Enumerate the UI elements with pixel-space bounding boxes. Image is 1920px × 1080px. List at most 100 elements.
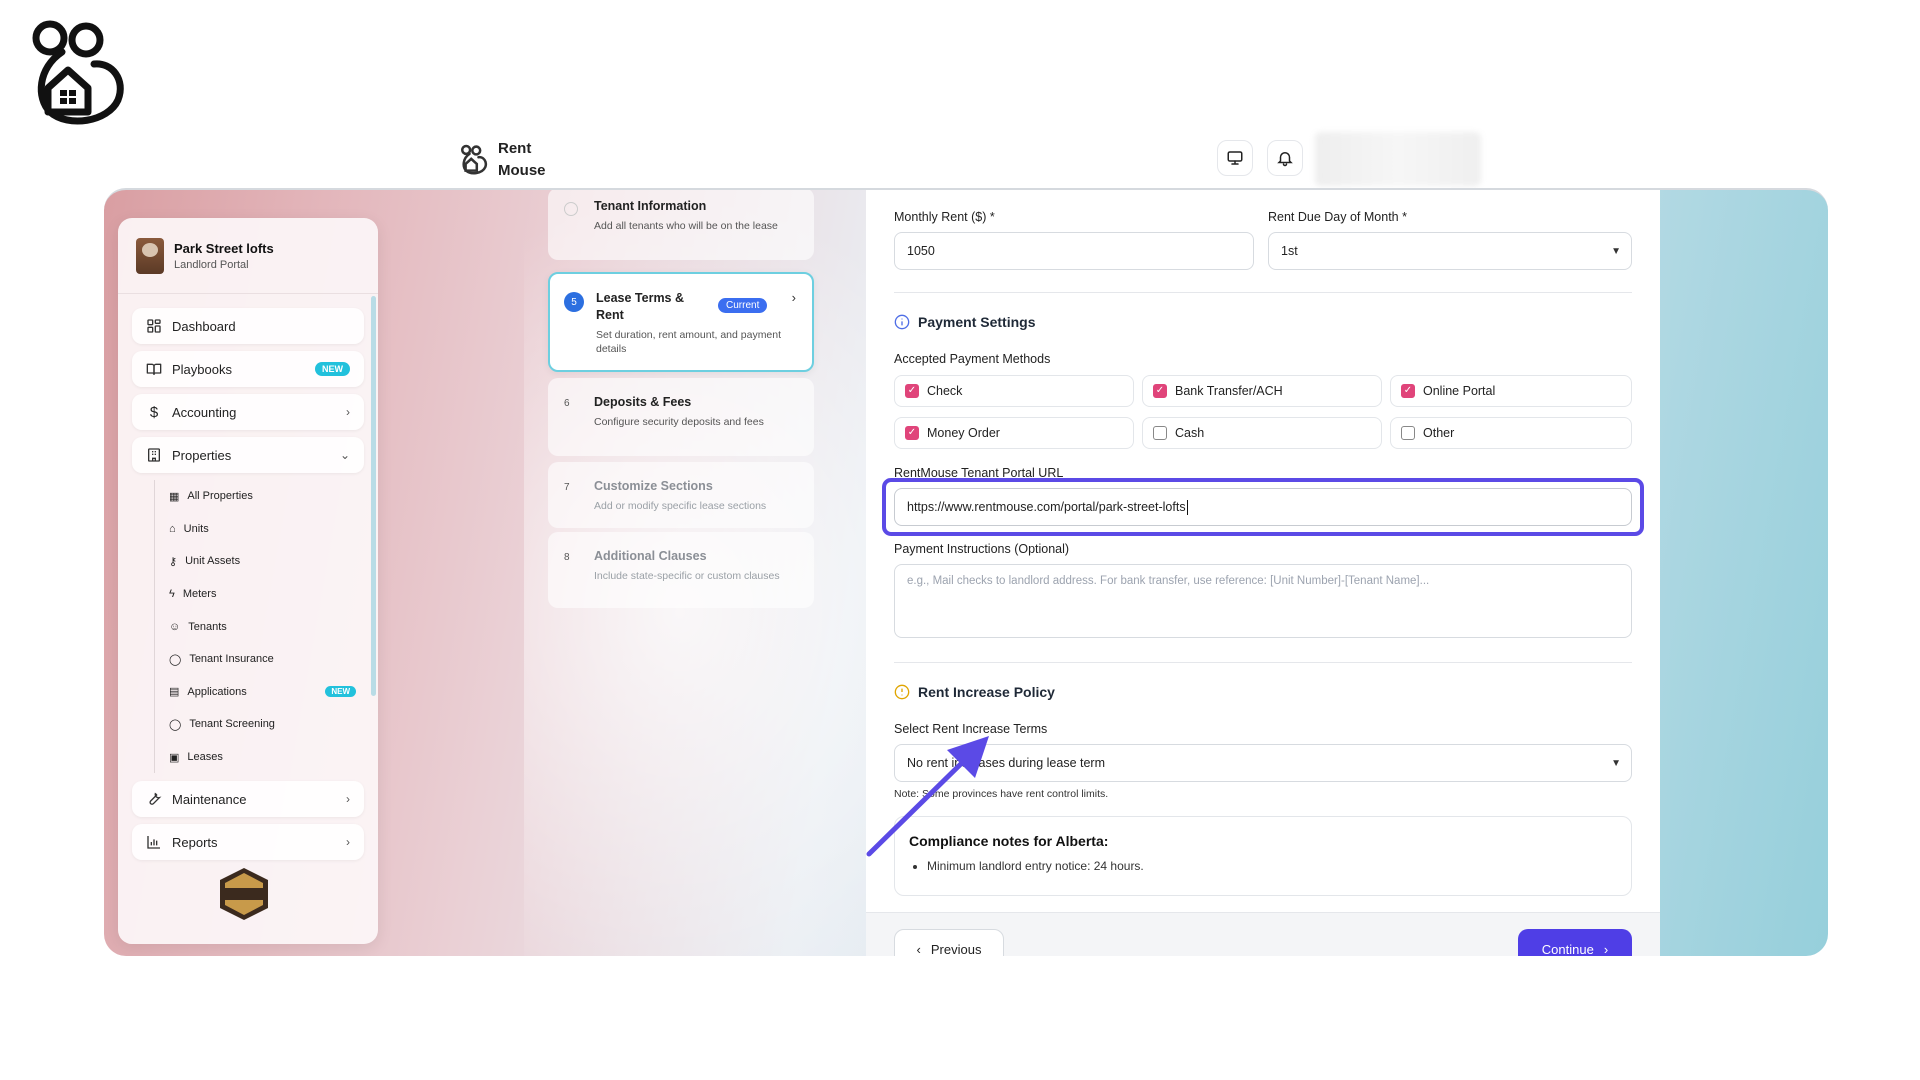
monitor-icon [1227,151,1243,165]
chevron-right-icon: › [346,835,350,850]
step-title: Additional Clauses [594,549,707,563]
submenu-item-all-properties[interactable]: ▦ All Properties [169,480,364,513]
checkbox-label: Other [1423,426,1455,440]
step-deposits-fees[interactable]: 6 Deposits & Fees Configure security dep… [548,378,814,456]
notifications-button[interactable] [1267,140,1303,176]
step-number: 6 [564,398,570,409]
new-badge: NEW [315,362,350,376]
checkbox-label: Cash [1175,426,1205,440]
payment-instructions-label: Payment Instructions (Optional) [894,542,1070,556]
payment-instructions-textarea[interactable]: e.g., Mail checks to landlord address. F… [894,564,1632,638]
submenu-item-tenant-insurance[interactable]: ◯ Tenant Insurance [169,643,364,676]
sidebar-item-label: Accounting [172,404,237,420]
submenu-item-unit-assets[interactable]: ⚷ Unit Assets [169,545,364,578]
topbar-brand[interactable]: Rent Mouse [460,138,546,182]
submenu-item-label: Meters [182,588,217,601]
new-badge: NEW [325,686,356,698]
key-icon: ⚷ [169,555,178,568]
step-customize-sections[interactable]: 7 Customize Sections Add or modify speci… [548,462,814,528]
submenu-item-leases[interactable]: ▣ Leases [169,741,364,774]
sidebar-scrollbar[interactable] [371,296,376,696]
method-bank-transfer[interactable]: ✓ Bank Transfer/ACH [1142,375,1382,407]
text-cursor [1186,499,1188,515]
chevron-right-icon: › [791,290,796,305]
chart-icon [147,836,160,850]
step-tenant-information[interactable]: Tenant Information Add all tenants who w… [548,190,814,260]
sidebar-item-dashboard[interactable]: Dashboard [132,308,364,344]
compliance-title: Compliance notes for Alberta: [909,833,1109,849]
checkbox-unchecked-icon [1401,426,1415,440]
submenu-item-label: All Properties [187,490,253,503]
book-icon [146,363,162,375]
step-description: Set duration, rent amount, and payment d… [596,329,782,355]
increase-terms-select[interactable]: No rent increases during lease term ▼ [894,744,1632,782]
step-title: Tenant Information [594,199,707,213]
compliance-notes: Compliance notes for Alberta: Minimum la… [894,816,1632,896]
checkbox-label: Bank Transfer/ACH [1175,384,1283,398]
page: Rent Mouse Park Street lofts Landlord Po… [0,0,1920,1080]
portal-url-input[interactable]: https://www.rentmouse.com/portal/park-st… [894,488,1632,526]
rent-increase-heading: Rent Increase Policy [894,684,1055,700]
brand-name: Rent Mouse [498,140,546,179]
blurred-user-profile[interactable] [1315,132,1481,186]
sidebar-item-label: Reports [172,834,218,850]
step-title: Deposits & Fees [594,395,692,409]
step-title: Customize Sections [594,479,713,493]
chevron-down-icon: ⌄ [339,448,350,462]
monitor-button[interactable] [1217,140,1253,176]
app-frame: Park Street lofts Landlord Portal Dashbo… [104,188,1828,956]
sidebar-item-playbooks[interactable]: Playbooks NEW [132,351,364,387]
previous-button[interactable]: ‹ Previous [894,929,1004,956]
section-title: Payment Settings [918,314,1036,330]
checkbox-label: Online Portal [1423,384,1496,398]
sidebar-item-label: Properties [172,447,232,463]
bell-icon [1277,152,1293,167]
monthly-rent-label: Monthly Rent ($) * [894,210,995,224]
submenu-item-label: Tenants [188,620,227,633]
submenu-item-applications[interactable]: ▤ Applications NEW [169,676,364,709]
method-check[interactable]: ✓ Check [894,375,1134,407]
dollar-icon: $ [149,403,159,421]
method-cash[interactable]: Cash [1142,417,1382,449]
checkbox-checked-icon: ✓ [1153,384,1167,398]
properties-submenu: ▦ All Properties ⌂ Units ⚷ Unit Assets ϟ Met… [154,480,364,774]
property-name: Park Street lofts [174,240,274,256]
sidebar-item-label: Maintenance [172,791,247,807]
checkbox-checked-icon: ✓ [1401,384,1415,398]
payment-settings-heading: Payment Settings [894,314,1035,330]
chevron-down-icon: ▼ [1611,245,1621,257]
submenu-item-label: Applications [187,685,247,698]
checkbox-label: Check [927,384,963,398]
step-lease-terms-rent[interactable]: 5 Lease Terms & Rent Current › Set durat… [548,272,814,372]
method-money-order[interactable]: ✓ Money Order [894,417,1134,449]
section-title: Rent Increase Policy [918,684,1055,700]
chevron-right-icon: › [346,792,350,807]
chevron-left-icon: ‹ [916,941,921,957]
rent-due-day-select[interactable]: 1st ▼ [1268,232,1632,270]
sidebar-item-reports[interactable]: Reports › [132,824,364,861]
submenu-item-tenant-screening[interactable]: ◯ Tenant Screening [169,708,364,741]
sidebar-nav: Dashboard Playbooks NEW $ Accounting › P… [118,294,378,861]
divider [894,662,1632,663]
annotation-arrow-icon [866,736,989,857]
method-online-portal[interactable]: ✓ Online Portal [1390,375,1632,407]
method-other[interactable]: Other [1390,417,1632,449]
continue-button[interactable]: Continue › [1518,929,1632,956]
monthly-rent-input[interactable]: 1050 [894,232,1254,270]
sidebar-header[interactable]: Park Street lofts Landlord Portal [118,218,378,294]
submenu-item-meters[interactable]: ϟ Meters [169,578,364,611]
submenu-item-tenants[interactable]: ☺ Tenants [169,610,364,643]
document-icon: ▤ [169,686,180,699]
dashboard-icon [147,319,161,333]
sidebar-item-accounting[interactable]: $ Accounting › [132,394,364,430]
submenu-item-label: Tenant Insurance [189,653,274,666]
shield-icon: ◯ [169,653,182,666]
building-icon [148,448,160,462]
sidebar-item-maintenance[interactable]: Maintenance › [132,781,364,818]
sidebar-item-label: Dashboard [172,318,236,334]
submenu-item-units[interactable]: ⌂ Units [169,513,364,546]
sidebar-item-label: Playbooks [172,361,232,377]
shield-icon: ◯ [169,718,182,731]
sidebar-item-properties[interactable]: Properties ⌄ [132,437,364,473]
step-additional-clauses[interactable]: 8 Additional Clauses Include state-speci… [548,532,814,608]
